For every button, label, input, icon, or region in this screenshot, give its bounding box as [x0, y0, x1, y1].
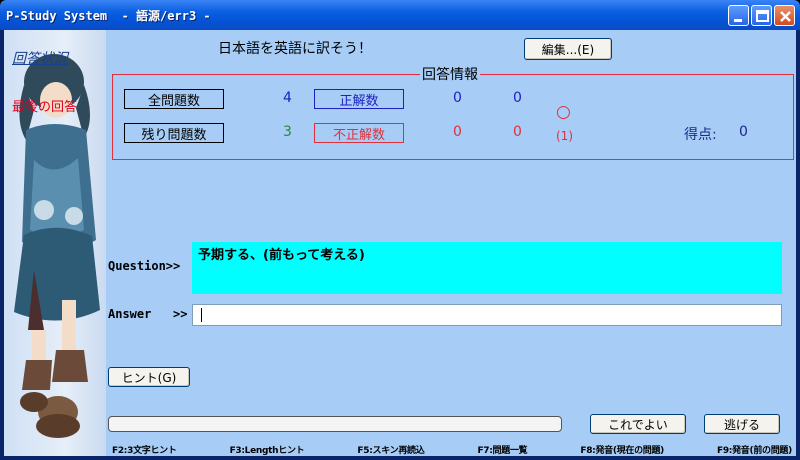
- fkey-f7: F7:問題一覧: [477, 446, 528, 456]
- maximize-icon: [756, 10, 769, 22]
- page-heading: 日本語を英語に訳そう！: [218, 41, 372, 57]
- function-key-bar: F2:3文字ヒント F3:Lengthヒント F5:スキン再読込 F7:問題一覧…: [112, 443, 792, 456]
- total-questions-label: 全問題数: [124, 89, 224, 109]
- app-window: P-Study System - 語源/err3 - 回答状況 最後の回答 日本…: [0, 0, 800, 460]
- answer-input[interactable]: [192, 304, 782, 326]
- remaining-questions-value: 3: [283, 124, 292, 140]
- edit-button[interactable]: 編集...(E): [524, 38, 612, 60]
- question-text: 予期する、(前もって考える): [192, 242, 782, 294]
- maximize-button[interactable]: [751, 5, 772, 26]
- correct-count-value-2: 0: [513, 90, 522, 106]
- incorrect-count-value: 0: [453, 124, 462, 140]
- window-title: P-Study System - 語源/err3 -: [6, 9, 211, 23]
- character-illustration: [14, 54, 100, 438]
- client-area: 回答状況 最後の回答 日本語を英語に訳そう！ 編集...(E) 回答情報 全問題…: [4, 30, 796, 456]
- question-label: Question>>: [108, 259, 181, 273]
- title-bar[interactable]: P-Study System - 語源/err3 -: [0, 0, 800, 30]
- remaining-questions-label: 残り問題数: [124, 123, 224, 143]
- fkey-f3: F3:Lengthヒント: [229, 446, 305, 456]
- hint-button[interactable]: ヒント(G): [108, 367, 190, 387]
- progress-bar: [108, 416, 562, 432]
- incorrect-count-label: 不正解数: [314, 123, 404, 143]
- minimize-button[interactable]: [728, 5, 749, 26]
- fkey-f5: F5:スキン再読込: [357, 446, 425, 456]
- banner-subtitle: 最後の回答: [12, 100, 78, 115]
- fkey-f8: F8:発音(現在の問題): [580, 446, 664, 456]
- correct-count-value: 0: [453, 90, 462, 106]
- confirm-button[interactable]: これでよい: [590, 414, 686, 434]
- fkey-f9: F9:発音(前の問題): [717, 446, 792, 456]
- answer-info-panel: [112, 74, 794, 160]
- escape-button[interactable]: 逃げる: [704, 414, 780, 434]
- answer-label: Answer >>: [108, 307, 188, 321]
- incorrect-count-value-2: 0: [513, 124, 522, 140]
- score-label: 得点:: [684, 127, 717, 143]
- text-caret: [201, 307, 202, 322]
- correct-count-label: 正解数: [314, 89, 404, 109]
- close-icon: [780, 11, 791, 22]
- total-questions-value: 4: [283, 90, 292, 106]
- close-button[interactable]: [774, 5, 795, 26]
- banner-title: 回答状況: [12, 51, 68, 67]
- character-banner: 回答状況 最後の回答: [4, 30, 106, 456]
- minimize-icon: [734, 19, 742, 22]
- last-answer-mark: ○: [556, 102, 571, 122]
- fkey-f2: F2:3文字ヒント: [112, 446, 177, 456]
- answer-info-legend: 回答情報: [420, 64, 480, 84]
- score-value: 0: [739, 124, 748, 140]
- last-answer-count: (1): [556, 129, 573, 143]
